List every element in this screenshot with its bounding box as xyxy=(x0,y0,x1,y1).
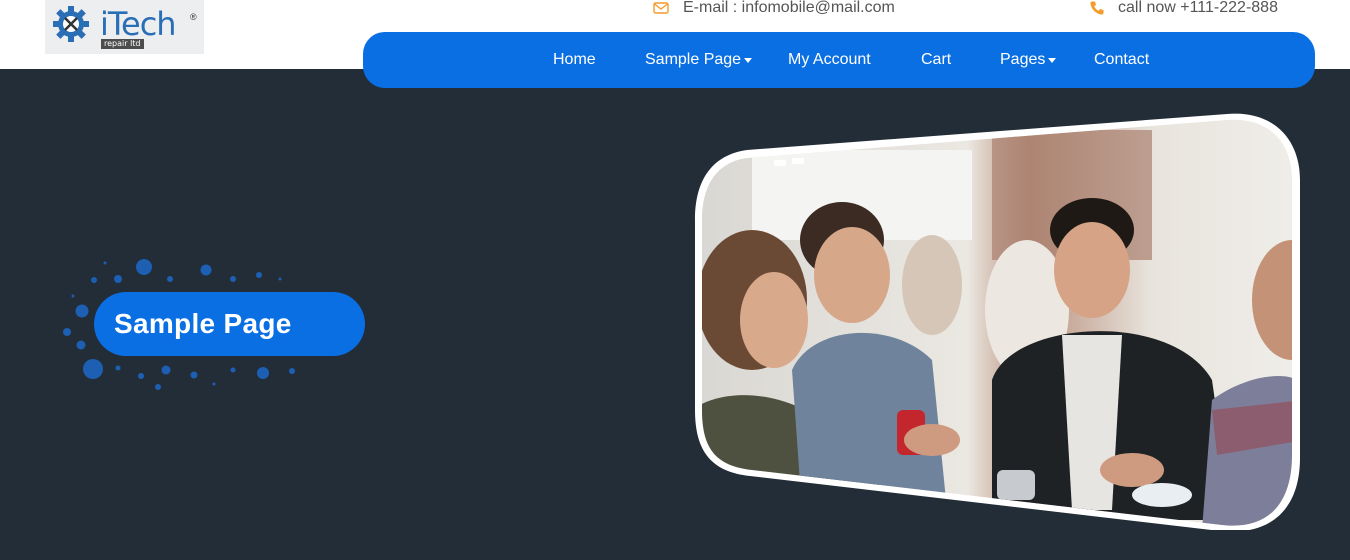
main-navigation: Home Sample Page My Account Cart Pages C… xyxy=(363,32,1315,88)
nav-item-label: My Account xyxy=(788,51,871,68)
nav-item-home[interactable]: Home xyxy=(553,32,596,88)
registered-mark: ® xyxy=(190,12,197,22)
nav-item-pages[interactable]: Pages xyxy=(1000,32,1057,88)
phone-text: call now +111-222-888 xyxy=(1118,0,1278,16)
nav-item-label: Home xyxy=(553,51,596,68)
nav-item-contact[interactable]: Contact xyxy=(1094,32,1149,88)
page-title-text: Sample Page xyxy=(114,308,292,339)
caret-down-icon xyxy=(1048,58,1057,63)
nav-item-my-account[interactable]: My Account xyxy=(788,32,871,88)
nav-item-label: Sample Page xyxy=(645,51,742,68)
nav-item-label: Contact xyxy=(1094,51,1150,68)
email-text: E-mail : infomobile@mail.com xyxy=(683,0,895,16)
logo-wordmark: iTech xyxy=(100,5,177,43)
nav-item-sample-page[interactable]: Sample Page xyxy=(645,32,753,88)
caret-down-icon xyxy=(744,58,753,63)
hero-image xyxy=(695,113,1300,530)
nav-item-label: Cart xyxy=(921,51,952,68)
site-logo[interactable]: iTech ® repair ltd xyxy=(45,0,204,54)
envelope-icon xyxy=(653,2,669,14)
nav-item-label: Pages xyxy=(1000,51,1046,68)
page-title: Sample Page xyxy=(94,292,365,356)
gear-icon xyxy=(53,6,89,42)
contact-email[interactable]: E-mail : infomobile@mail.com xyxy=(653,0,895,17)
nav-item-cart[interactable]: Cart xyxy=(921,32,951,88)
logo-tagline: repair ltd xyxy=(101,39,144,49)
phone-icon xyxy=(1090,1,1104,15)
contact-phone[interactable]: call now +111-222-888 xyxy=(1089,0,1278,17)
